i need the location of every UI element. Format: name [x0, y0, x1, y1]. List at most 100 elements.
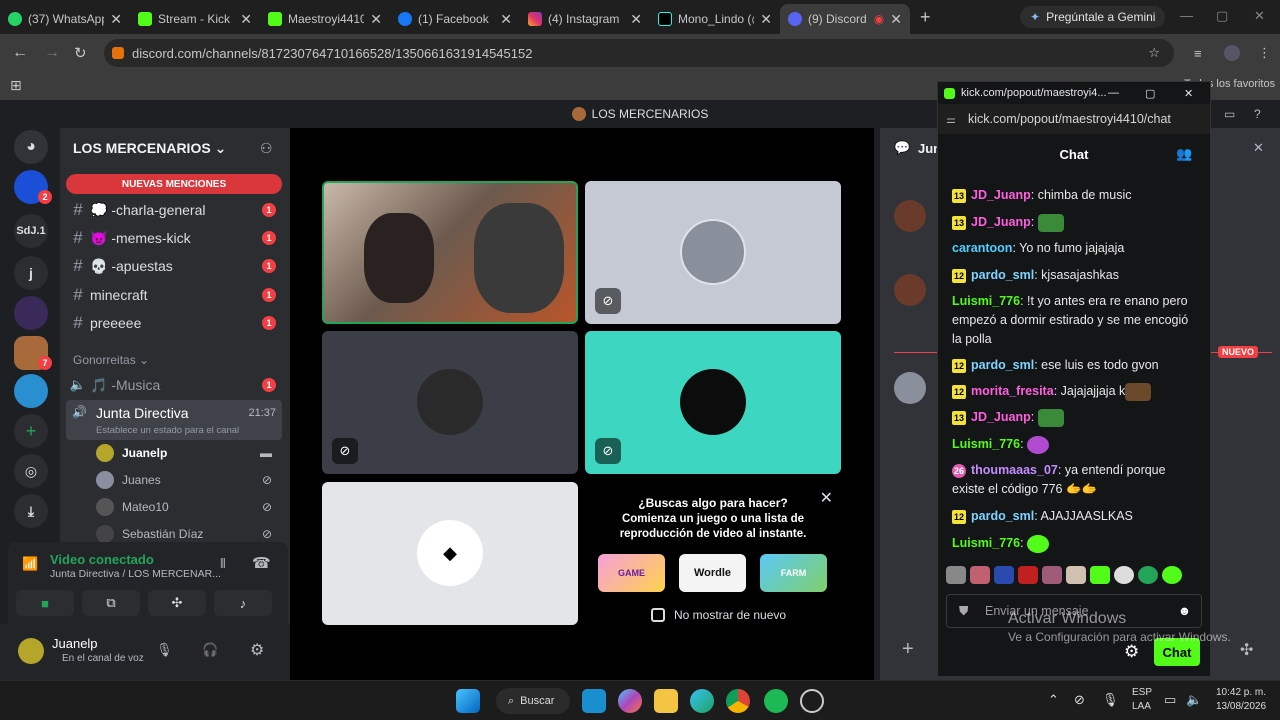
disconnect-icon[interactable]: ☎	[252, 554, 271, 572]
network-icon[interactable]: ⊘	[1074, 692, 1085, 708]
voice-user[interactable]: Mateo10 ⊘	[96, 495, 276, 519]
voice-channel-musica[interactable]: 🔈 🎵 -Musica 1	[66, 372, 282, 398]
chat-username[interactable]: thoumaaas_07	[971, 463, 1058, 477]
search-box[interactable]: ⌕ Buscar	[496, 688, 570, 714]
video-tile-camera[interactable]	[322, 181, 578, 324]
download-icon[interactable]: ⤓	[14, 494, 48, 528]
new-mentions-pill[interactable]: NUEVAS MENCIONES	[66, 174, 282, 194]
chat-username[interactable]: JD_Juanp	[971, 188, 1031, 202]
bookmark-star-icon[interactable]: ☆	[1148, 45, 1160, 61]
chat-username[interactable]: pardo_sml	[971, 268, 1034, 282]
close-icon[interactable]: ✕	[240, 11, 252, 28]
video-tile-user[interactable]: ◆	[322, 482, 578, 625]
emote[interactable]	[970, 566, 990, 584]
start-icon[interactable]	[456, 689, 480, 713]
server-header[interactable]: LOS MERCENARIOS ⌄	[73, 140, 226, 157]
gemini-button[interactable]: ✦ Pregúntale a Gemini	[1020, 6, 1166, 28]
tab-instagram[interactable]: (4) Instagram ✕	[520, 4, 650, 34]
tl-app-icon[interactable]	[582, 689, 606, 713]
channel-memes-kick[interactable]: # 👿 -memes-kick 1	[66, 225, 282, 251]
discord-home-icon[interactable]: ◕	[14, 130, 48, 164]
close-icon[interactable]: ✕	[370, 11, 382, 28]
new-tab-button[interactable]: +	[920, 7, 931, 28]
window-close-icon[interactable]: ✕	[1254, 8, 1265, 24]
close-icon[interactable]: ✕	[760, 11, 772, 28]
game-card[interactable]: FARM	[760, 554, 827, 592]
url-field[interactable]: discord.com/channels/817230764710166528/…	[104, 39, 1174, 67]
connection-detail[interactable]: Junta Directiva / LOS MERCENAR...	[50, 568, 221, 580]
user-avatar[interactable]	[18, 638, 44, 664]
profile-avatar[interactable]	[1224, 45, 1240, 61]
category-gonorreitas[interactable]: Gonorreitas ⌄	[73, 353, 149, 367]
minimize-icon[interactable]: —	[1108, 87, 1119, 99]
activities-button[interactable]: ✣	[148, 590, 206, 616]
forward-icon[interactable]: →	[44, 44, 60, 62]
apps-grid-icon[interactable]: ⊞	[10, 77, 22, 94]
inbox-icon[interactable]: ▭	[1224, 107, 1235, 121]
game-card[interactable]: GAME	[598, 554, 665, 592]
voice-user[interactable]: Juanelp ▬	[96, 441, 276, 465]
screen-share-button[interactable]: ⧉	[82, 590, 140, 616]
edge-icon[interactable]	[690, 689, 714, 713]
chat-username[interactable]: morita_fresita	[971, 384, 1054, 398]
game-card[interactable]: Wordle	[679, 554, 746, 592]
maximize-icon[interactable]: ▢	[1216, 8, 1228, 24]
copilot-icon[interactable]	[618, 689, 642, 713]
emote[interactable]	[1162, 566, 1182, 584]
voice-status-text[interactable]: Establece un estado para el canal	[96, 425, 239, 436]
server-j[interactable]: j	[14, 256, 48, 290]
chat-username[interactable]: JD_Juanp	[971, 215, 1031, 229]
tab-kick-channel[interactable]: Maestroyi4410 ✕	[260, 4, 390, 34]
chat-username[interactable]: Luismi_776	[952, 437, 1020, 451]
explore-icon[interactable]: ◎	[14, 454, 48, 488]
add-server-icon[interactable]: +	[14, 414, 48, 448]
video-tile-user[interactable]: ⊘	[585, 181, 841, 324]
chat-username[interactable]: pardo_sml	[971, 358, 1034, 372]
emote[interactable]	[1018, 566, 1038, 584]
app-icon[interactable]	[800, 689, 824, 713]
camera-button[interactable]: ■	[16, 590, 74, 616]
volume-icon[interactable]: 🔈	[1186, 692, 1202, 708]
tab-facebook[interactable]: (1) Facebook ✕	[390, 4, 520, 34]
voice-channel-junta[interactable]: 🔊 Junta Directiva 21:37 Establece un est…	[66, 400, 282, 440]
spotify-icon[interactable]	[764, 689, 788, 713]
emote[interactable]	[1042, 566, 1062, 584]
reload-icon[interactable]: ↻	[74, 44, 87, 62]
reading-list-icon[interactable]: ≡	[1194, 46, 1202, 61]
server-sdj[interactable]: SdJ.1	[14, 214, 48, 248]
emote[interactable]	[1066, 566, 1086, 584]
chevron-up-icon[interactable]: ⌃	[1048, 692, 1059, 708]
chat-username[interactable]: pardo_sml	[971, 509, 1034, 523]
settings-gear-icon[interactable]: ⚙	[250, 640, 264, 660]
close-icon[interactable]: ✕	[1253, 140, 1264, 156]
chat-username[interactable]: Luismi_776	[952, 536, 1020, 550]
tab-kick-stream[interactable]: Stream - Kick D ✕	[130, 4, 260, 34]
popup-url-bar[interactable]: ⚌ kick.com/popout/maestroyi4410/chat	[938, 104, 1210, 134]
file-explorer-icon[interactable]	[654, 689, 678, 713]
emote[interactable]	[994, 566, 1014, 584]
tab-tiktok[interactable]: Mono_Lindo (@ ✕	[650, 4, 780, 34]
emote[interactable]	[946, 566, 966, 584]
server-blue[interactable]: 2	[14, 170, 52, 204]
channel-minecraft[interactable]: # minecraft 1	[66, 282, 282, 308]
channel-charla-general[interactable]: # 💭 -charla-general 1	[66, 197, 282, 223]
emote[interactable]	[1138, 566, 1158, 584]
minimize-icon[interactable]: —	[1180, 8, 1193, 23]
clock-time[interactable]: 10:42 p. m.	[1216, 687, 1266, 698]
chat-username[interactable]: Luismi_776	[952, 294, 1020, 308]
close-icon[interactable]: ✕	[110, 11, 122, 28]
menu-icon[interactable]: ⋮	[1258, 45, 1271, 61]
voice-user[interactable]: Juanes ⊘	[96, 468, 276, 492]
video-tile-user[interactable]: ⊘	[322, 331, 578, 474]
close-icon[interactable]: ✕	[630, 11, 642, 28]
language-indicator[interactable]: ESP	[1132, 687, 1152, 698]
channel-preeeee[interactable]: # preeeee 1	[66, 310, 282, 336]
tab-whatsapp[interactable]: (37) WhatsApp ✕	[0, 4, 130, 34]
close-icon[interactable]: ✕	[890, 11, 902, 28]
microphone-icon[interactable]: 🎙	[156, 642, 173, 658]
site-info-icon[interactable]	[112, 47, 124, 59]
close-icon[interactable]: ✕	[1184, 87, 1193, 100]
maximize-icon[interactable]: ▢	[1145, 87, 1155, 100]
add-attachment-icon[interactable]: +	[902, 638, 914, 661]
emote[interactable]	[1090, 566, 1110, 584]
